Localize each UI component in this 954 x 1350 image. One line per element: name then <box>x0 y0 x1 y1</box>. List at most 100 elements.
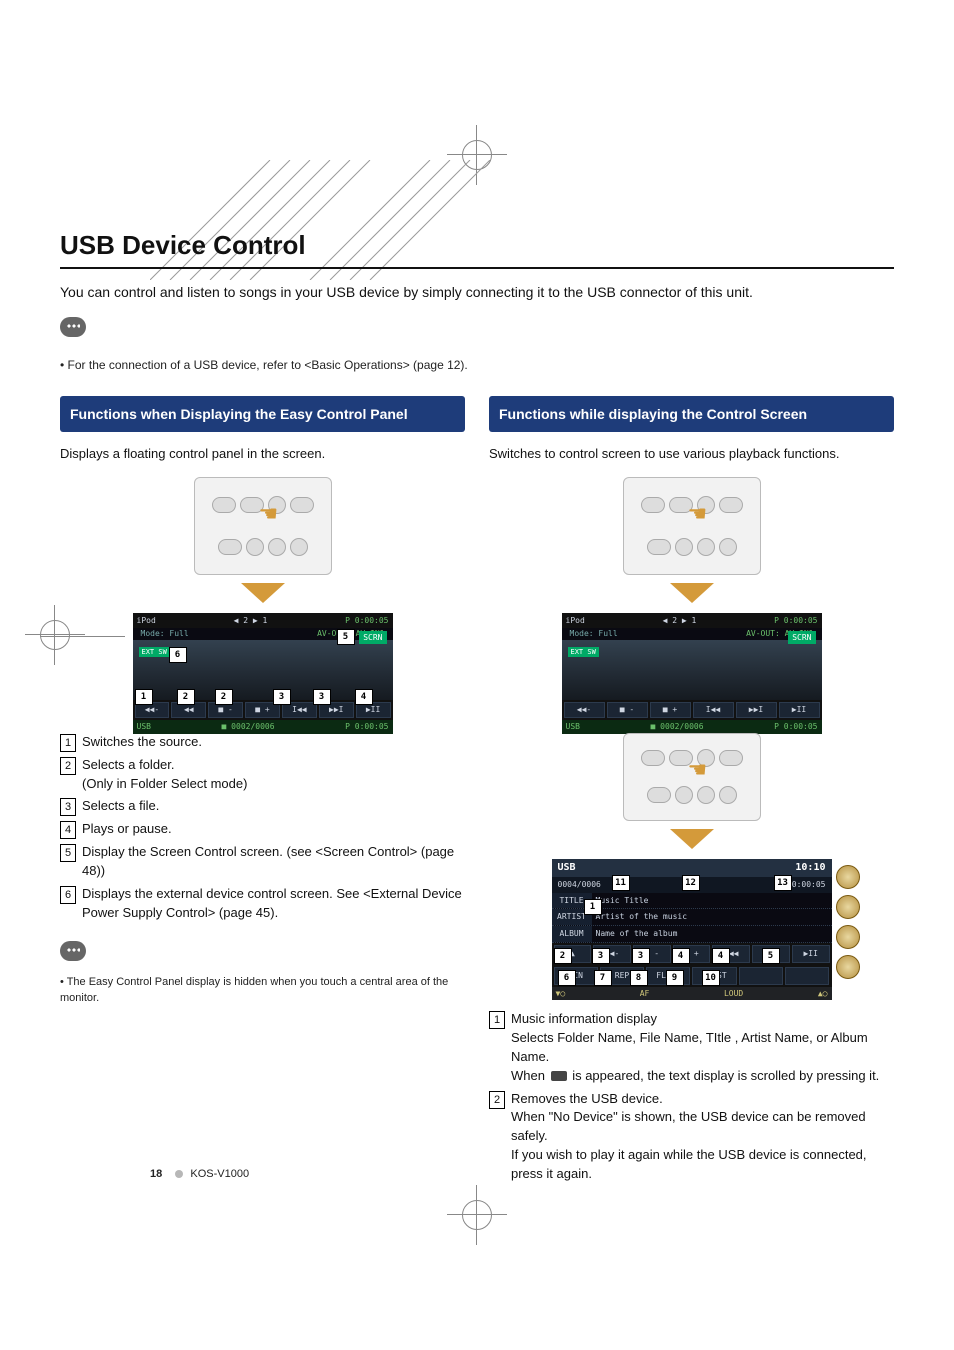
callout-12: 12 <box>682 875 700 891</box>
callout-11: 11 <box>612 875 630 891</box>
remote-diagram: ☚ <box>623 477 761 575</box>
side-shortcut-icons <box>836 865 860 979</box>
callout-2a: 2 <box>177 689 195 705</box>
callout-3a: 3 <box>592 948 610 964</box>
callout-9: 9 <box>666 970 684 986</box>
item-text: Selects a file. <box>82 797 159 816</box>
callout-3b: 3 <box>313 689 331 705</box>
ctrl: I◀◀ <box>693 702 734 718</box>
registration-mark-top <box>462 140 492 170</box>
scr-mode: Mode: Full <box>137 628 193 640</box>
note-icon <box>60 941 86 961</box>
status-track: ■ 0002/0006 <box>651 721 704 733</box>
easy-panel-list: 1 Switches the source. 2 Selects a folder… <box>60 733 465 923</box>
callout-3a: 3 <box>273 689 291 705</box>
arrow-down-icon <box>670 583 714 603</box>
callout-7: 7 <box>594 970 612 986</box>
callout-6: 6 <box>558 970 576 986</box>
easy-panel-heading: Functions when Displaying the Easy Contr… <box>60 396 465 432</box>
btn-blank <box>739 967 783 985</box>
status-time: P 0:00:05 <box>345 721 388 733</box>
note-icon <box>60 317 86 337</box>
status-loud: LOUD <box>724 988 743 1000</box>
control-screen-screenshot-step1: iPod ◀ 2 ▶ 1 P 0:00:05 Mode: Full AV-OUT… <box>562 613 822 723</box>
item-num: 3 <box>60 798 76 816</box>
control-screen-lead: Switches to control screen to use variou… <box>489 445 894 464</box>
status-source: USB <box>566 721 580 733</box>
easy-panel-tail-note: • The Easy Control Panel display is hidd… <box>60 975 465 1007</box>
item-text: Display the Screen Control screen. (see … <box>82 843 465 881</box>
callout-5: 5 <box>337 629 355 645</box>
item-num: 4 <box>60 821 76 839</box>
scr-time: P 0:00:05 <box>345 615 388 627</box>
control-screen-section: Functions while displaying the Control S… <box>489 396 894 1188</box>
item-num: 1 <box>489 1011 505 1029</box>
remote-diagram: ☚ <box>194 477 332 575</box>
item-num: 1 <box>60 734 76 752</box>
item-text: Plays or pause. <box>82 820 172 839</box>
item-text: Selects a folder.(Only in Folder Select … <box>82 756 247 794</box>
row-value: Artist of the music <box>592 909 832 925</box>
callout-5: 5 <box>762 948 780 964</box>
scr-top-icons: ◀ 2 ▶ 1 <box>234 615 268 627</box>
model-name: KOS-V1000 <box>190 1168 249 1180</box>
extsw-badge: EXT SW <box>568 647 599 657</box>
callout-4a: 4 <box>672 948 690 964</box>
callout-13: 13 <box>774 875 792 891</box>
control-screen-list: 1 Music information display Selects Fold… <box>489 1010 894 1184</box>
control-screen-screenshot-step2: USB 10:10 0004/0006 ▶ P 0:00:05 11 12 13… <box>552 859 832 1000</box>
ctrl: ■ + <box>650 702 691 718</box>
callout-2b: 2 <box>215 689 233 705</box>
callout-3b: 3 <box>632 948 650 964</box>
easy-panel-lead: Displays a floating control panel in the… <box>60 445 465 464</box>
status-track: ■ 0002/0006 <box>222 721 275 733</box>
item-text: Removes the USB device. When "No Device"… <box>511 1090 894 1184</box>
remote-diagram: ☚ <box>623 733 761 821</box>
callout-6: 6 <box>169 647 187 663</box>
footer-dot-icon <box>175 1170 183 1178</box>
row-value: Name of the album <box>592 926 832 942</box>
connection-note: • For the connection of a USB device, re… <box>60 358 894 372</box>
item-num: 2 <box>489 1091 505 1109</box>
easy-panel-screenshot: iPod ◀ 2 ▶ 1 P 0:00:05 Mode: Full AV-OUT… <box>133 613 393 723</box>
scr-mode: Mode: Full <box>566 628 622 640</box>
registration-mark-bottom <box>462 1200 492 1230</box>
clock: 10:10 <box>795 861 825 876</box>
btn-blank <box>785 967 829 985</box>
callout-8: 8 <box>630 970 648 986</box>
easy-control-panel-section: Functions when Displaying the Easy Contr… <box>60 396 465 1188</box>
callout-4: 4 <box>355 689 373 705</box>
scrn-badge: SCRN <box>788 631 815 645</box>
item-num: 6 <box>60 886 76 904</box>
callout-4b: 4 <box>712 948 730 964</box>
item-text: Displays the external device control scr… <box>82 885 465 923</box>
callout-1: 1 <box>584 899 602 915</box>
arrow-down-icon <box>241 583 285 603</box>
page-footer: 18 KOS-V1000 <box>150 1168 249 1180</box>
page-number: 18 <box>150 1168 162 1180</box>
scr-source: iPod <box>137 615 156 627</box>
ctrl: ▶II <box>779 702 820 718</box>
item-num: 5 <box>60 844 76 862</box>
row-label: ALBUM <box>552 926 592 942</box>
btn: ▶II <box>792 945 830 963</box>
ctrl: ▶▶I <box>736 702 777 718</box>
callout-2: 2 <box>554 948 572 964</box>
scr-top-icons: ◀ 2 ▶ 1 <box>663 615 697 627</box>
callout-1: 1 <box>135 689 153 705</box>
touch-hand-icon: ☚ <box>688 754 708 786</box>
section-intro: You can control and listen to songs in y… <box>60 283 894 303</box>
scroll-icon <box>551 1071 567 1081</box>
usb-header: USB <box>558 861 576 876</box>
scr-time: P 0:00:05 <box>774 615 817 627</box>
item-num: 2 <box>60 757 76 775</box>
extsw-badge: EXT SW <box>139 647 170 657</box>
touch-hand-icon: ☚ <box>259 498 279 530</box>
control-screen-heading: Functions while displaying the Control S… <box>489 396 894 432</box>
scr-source: iPod <box>566 615 585 627</box>
item-text: Switches the source. <box>82 733 202 752</box>
scrn-badge: SCRN <box>359 631 386 645</box>
callout-10: 10 <box>702 970 720 986</box>
arrow-down-icon <box>670 829 714 849</box>
row-value: Music Title <box>592 893 832 909</box>
